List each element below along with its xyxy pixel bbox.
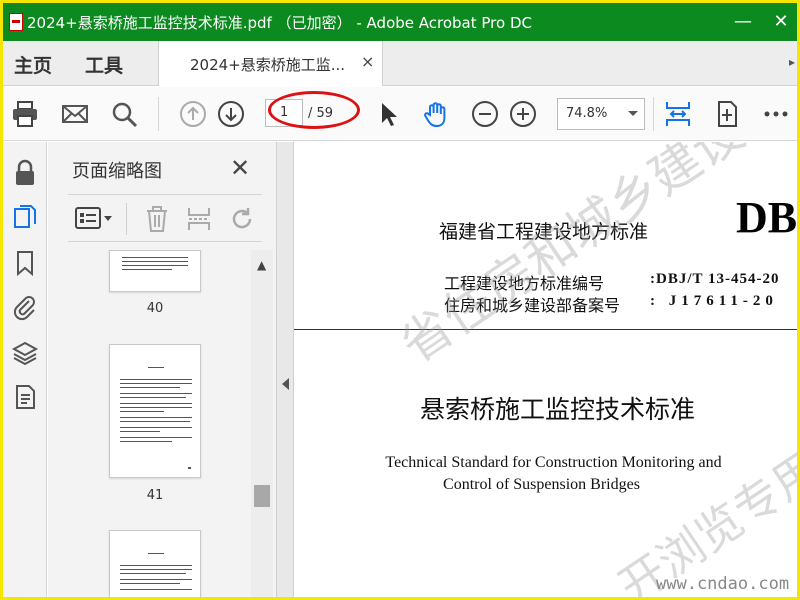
thumbnail-page-label: 40 — [146, 301, 164, 316]
layers-icon[interactable] — [11, 339, 39, 367]
next-page-icon[interactable] — [216, 99, 246, 129]
pdf-file-icon — [9, 13, 23, 31]
page-thumbnail[interactable] — [109, 344, 201, 478]
fit-page-icon[interactable] — [663, 99, 693, 129]
print-icon[interactable] — [10, 99, 40, 129]
panel-collapse-handle[interactable] — [276, 142, 294, 597]
standard-category: 福建省工程建设地方标准 — [439, 221, 649, 243]
collapse-left-icon — [282, 378, 289, 390]
zoom-out-icon[interactable] — [470, 99, 500, 129]
toolbar-divider — [126, 203, 127, 235]
search-icon[interactable] — [109, 99, 139, 129]
document-properties-icon[interactable] — [11, 383, 39, 411]
close-window-button[interactable]: ✕ — [767, 9, 795, 35]
toolbar-divider — [158, 97, 159, 131]
document-title-en-line1: Technical Standard for Construction Moni… — [385, 454, 722, 471]
extract-page-icon[interactable] — [186, 205, 212, 233]
tab-scroll-right-icon[interactable]: ▸ — [789, 55, 797, 75]
standard-logo-text: DB — [736, 193, 797, 242]
email-icon[interactable] — [60, 99, 90, 129]
tab-home[interactable]: 主页 — [14, 51, 52, 78]
select-cursor-icon[interactable] — [373, 99, 403, 129]
record-number-value: : J17611-20 — [650, 293, 778, 309]
chevron-down-icon — [628, 111, 638, 116]
page-thumbnail[interactable] — [109, 250, 201, 292]
window-title: 2024+悬索桥施工监控技术标准.pdf （已加密） - Adobe Acrob… — [27, 14, 532, 32]
delete-page-icon[interactable] — [144, 205, 170, 233]
more-options-icon[interactable] — [761, 99, 791, 129]
toolbar: 1 / 59 74.8% — [3, 87, 797, 141]
thumbnail-list: 40 41 — [48, 250, 256, 597]
scrollbar-thumb[interactable] — [254, 485, 270, 507]
standard-code-label: 工程建设地方标准编号 — [444, 274, 605, 293]
close-tab-button[interactable]: × — [361, 52, 374, 71]
screenshot-frame: 2024+悬索桥施工监控技术标准.pdf （已加密） - Adobe Acrob… — [0, 0, 800, 600]
hand-tool-icon[interactable] — [421, 99, 451, 129]
toolbar-divider — [653, 97, 654, 131]
thumbnail-options-icon[interactable] — [74, 205, 114, 231]
annotation-ellipse — [268, 91, 360, 129]
tab-tools[interactable]: 工具 — [85, 51, 123, 78]
navigation-rail — [3, 142, 47, 597]
header-rule — [294, 329, 797, 330]
previous-page-icon[interactable] — [178, 99, 208, 129]
lock-icon[interactable] — [11, 159, 39, 187]
record-number-label: 住房和城乡建设部备案号 — [444, 296, 621, 315]
close-panel-button[interactable]: ✕ — [230, 154, 250, 182]
tab-document[interactable]: 2024+悬索桥施工监... × — [158, 41, 383, 86]
title-bar: 2024+悬索桥施工监控技术标准.pdf （已加密） - Adobe Acrob… — [3, 3, 797, 41]
panel-title: 页面缩略图 — [72, 161, 162, 182]
minimize-button[interactable]: — — [729, 9, 757, 35]
thumbnail-page-label: 41 — [146, 488, 164, 503]
rotate-page-icon[interactable] — [228, 205, 256, 233]
document-view[interactable]: 福建省工程建设地方标准 DB 工程建设地方标准编号 :DBJ/T 13-454-… — [294, 142, 797, 597]
scroll-up-icon[interactable]: ▲ — [257, 258, 266, 272]
bookmark-icon[interactable] — [11, 249, 39, 277]
page-thumbnails-icon[interactable] — [11, 203, 39, 231]
site-watermark: www.cndao.com — [656, 574, 790, 594]
document-title-cn: 悬索桥施工监控技术标准 — [420, 395, 696, 424]
standard-code-value: :DBJ/T 13-454-20 — [650, 271, 780, 287]
document-title-en-line2: Control of Suspension Bridges — [443, 476, 640, 493]
page-thumbnails-panel: 页面缩略图 ✕ 40 41 ▲ — [48, 142, 276, 597]
page-thumbnail[interactable] — [109, 530, 201, 597]
zoom-level-select[interactable]: 74.8% — [557, 98, 645, 130]
tab-bar: 主页 工具 2024+悬索桥施工监... × ▸ — [3, 41, 797, 86]
attachment-icon[interactable] — [11, 293, 39, 321]
watermark-text: 省住房和城乡建设厅 — [390, 142, 796, 375]
thumbnail-scrollbar[interactable]: ▲ — [251, 250, 273, 597]
thumbnail-toolbar — [68, 194, 262, 242]
zoom-level-value: 74.8% — [566, 106, 608, 121]
document-tab-label: 2024+悬索桥施工监... — [190, 56, 346, 74]
rotate-view-icon[interactable] — [712, 99, 742, 129]
zoom-in-icon[interactable] — [508, 99, 538, 129]
